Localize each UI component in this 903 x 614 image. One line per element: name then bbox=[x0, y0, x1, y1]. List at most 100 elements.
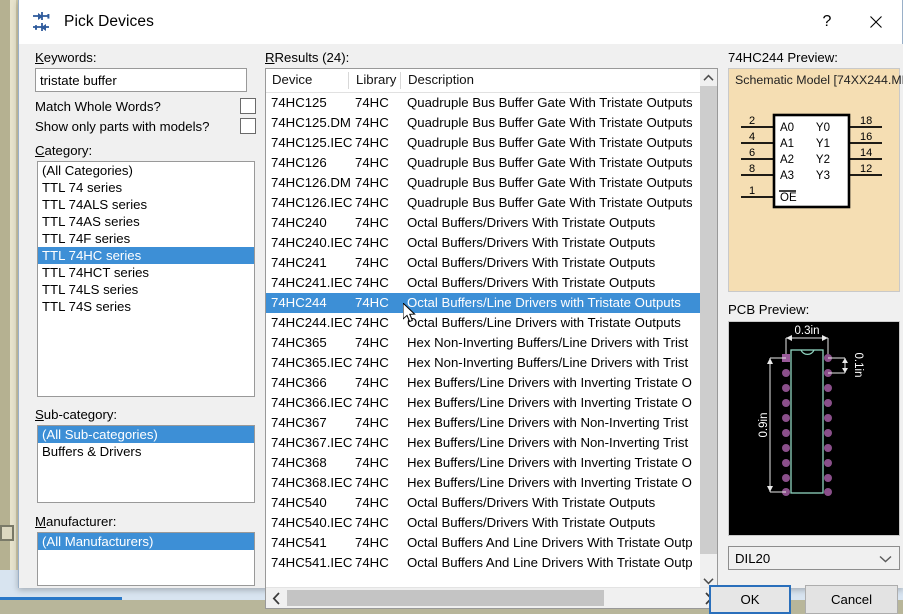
cell-library: 74HC bbox=[355, 453, 389, 473]
table-row[interactable]: 74HC36774HCHex Buffers/Line Drivers with… bbox=[266, 413, 700, 433]
results-header-row: Device Library Description bbox=[266, 69, 700, 93]
cell-description: Quadruple Bus Buffer Gate With Tristate … bbox=[407, 193, 693, 213]
table-row[interactable]: 74HC36674HCHex Buffers/Line Drivers with… bbox=[266, 373, 700, 393]
chevron-down-icon bbox=[879, 551, 892, 566]
table-row[interactable]: 74HC241.IEC74HCOctal Buffers/Drivers Wit… bbox=[266, 273, 700, 293]
scroll-up-button[interactable] bbox=[700, 69, 717, 86]
table-row[interactable]: 74HC244.IEC74HCOctal Buffers/Line Driver… bbox=[266, 313, 700, 333]
category-item[interactable]: TTL 74HCT series bbox=[38, 264, 254, 281]
cell-description: Octal Buffers/Drivers With Tristate Outp… bbox=[407, 513, 655, 533]
table-row[interactable]: 74HC126.DM74HCQuadruple Bus Buffer Gate … bbox=[266, 173, 700, 193]
package-value: DIL20 bbox=[735, 551, 770, 566]
table-row[interactable]: 74HC54074HCOctal Buffers/Drivers With Tr… bbox=[266, 493, 700, 513]
svg-text:8: 8 bbox=[749, 163, 755, 175]
cell-library: 74HC bbox=[355, 473, 389, 493]
cell-library: 74HC bbox=[355, 493, 389, 513]
category-item[interactable]: TTL 74F series bbox=[38, 230, 254, 247]
cell-library: 74HC bbox=[355, 313, 389, 333]
table-row[interactable]: 74HC36874HCHex Buffers/Line Drivers with… bbox=[266, 453, 700, 473]
table-row[interactable]: 74HC125.IEC74HCQuadruple Bus Buffer Gate… bbox=[266, 133, 700, 153]
table-row[interactable]: 74HC541.IEC74HCOctal Buffers And Line Dr… bbox=[266, 553, 700, 573]
subcategory-listbox[interactable]: (All Sub-categories)Buffers & Drivers bbox=[37, 425, 255, 503]
subcategory-item[interactable]: Buffers & Drivers bbox=[38, 443, 254, 460]
category-listbox[interactable]: (All Categories)TTL 74 seriesTTL 74ALS s… bbox=[37, 161, 255, 397]
match-whole-words-label: Match Whole Words? bbox=[35, 99, 161, 114]
manufacturer-item[interactable]: (All Manufacturers) bbox=[38, 533, 254, 550]
results-label: RResults (24): bbox=[265, 50, 349, 65]
table-row[interactable]: 74HC24174HCOctal Buffers/Drivers With Tr… bbox=[266, 253, 700, 273]
chevron-left-icon bbox=[272, 592, 281, 605]
show-only-models-checkbox[interactable] bbox=[240, 118, 256, 134]
category-item[interactable]: TTL 74ALS series bbox=[38, 196, 254, 213]
table-row[interactable]: 74HC24074HCOctal Buffers/Drivers With Tr… bbox=[266, 213, 700, 233]
keywords-value: tristate buffer bbox=[40, 73, 117, 88]
chevron-down-glyph bbox=[879, 555, 892, 563]
scroll-left-button[interactable] bbox=[268, 588, 285, 608]
category-item[interactable]: TTL 74AS series bbox=[38, 213, 254, 230]
cell-library: 74HC bbox=[355, 413, 389, 433]
schematic-preview-panel: Schematic Model [74XX244.MDF] A0 bbox=[728, 68, 900, 292]
cell-description: Hex Buffers/Line Drivers with Non-Invert… bbox=[407, 433, 688, 453]
results-rows: 74HC12574HCQuadruple Bus Buffer Gate Wit… bbox=[266, 93, 700, 589]
help-button[interactable]: ? bbox=[804, 0, 850, 44]
cell-description: Octal Buffers/Line Drivers with Tristate… bbox=[407, 293, 681, 313]
table-row[interactable]: 74HC24474HCOctal Buffers/Line Drivers wi… bbox=[266, 293, 700, 313]
table-row[interactable]: 74HC240.IEC74HCOctal Buffers/Drivers Wit… bbox=[266, 233, 700, 253]
svg-text:A2: A2 bbox=[780, 154, 794, 166]
cell-library: 74HC bbox=[355, 233, 389, 253]
subcategory-item[interactable]: (All Sub-categories) bbox=[38, 426, 254, 443]
category-item[interactable]: TTL 74LS series bbox=[38, 281, 254, 298]
cell-library: 74HC bbox=[355, 353, 389, 373]
category-item[interactable]: TTL 74 series bbox=[38, 179, 254, 196]
svg-text:A1: A1 bbox=[780, 138, 794, 150]
desktop-icon bbox=[0, 525, 14, 541]
table-row[interactable]: 74HC366.IEC74HCHex Buffers/Line Drivers … bbox=[266, 393, 700, 413]
table-row[interactable]: 74HC368.IEC74HCHex Buffers/Line Drivers … bbox=[266, 473, 700, 493]
cell-description: Hex Buffers/Line Drivers with Inverting … bbox=[407, 453, 692, 473]
cell-device: 74HC365 bbox=[271, 333, 327, 353]
results-label-text: Results (24): bbox=[275, 50, 350, 65]
package-select[interactable]: DIL20 bbox=[728, 546, 900, 570]
cell-device: 74HC541.IEC bbox=[271, 553, 352, 573]
table-row[interactable]: 74HC365.IEC74HCHex Non-Inverting Buffers… bbox=[266, 353, 700, 373]
table-row[interactable]: 74HC54174HCOctal Buffers And Line Driver… bbox=[266, 533, 700, 553]
svg-text:Y3: Y3 bbox=[816, 170, 830, 182]
cell-device: 74HC125.DM bbox=[271, 113, 351, 133]
column-divider-1 bbox=[348, 72, 349, 89]
cell-device: 74HC540 bbox=[271, 493, 327, 513]
results-list[interactable]: Device Library Description 74HC12574HCQu… bbox=[265, 68, 718, 609]
results-horizontal-scrollbar[interactable] bbox=[266, 587, 719, 608]
keywords-input[interactable]: tristate buffer bbox=[35, 68, 247, 92]
category-item[interactable]: (All Categories) bbox=[38, 162, 254, 179]
table-row[interactable]: 74HC36574HCHex Non-Inverting Buffers/Lin… bbox=[266, 333, 700, 353]
scroll-thumb-vertical[interactable] bbox=[700, 86, 717, 554]
column-header-device: Device bbox=[272, 72, 312, 87]
cell-device: 74HC241.IEC bbox=[271, 273, 352, 293]
scroll-thumb-horizontal[interactable] bbox=[287, 590, 604, 606]
title-bar[interactable]: Pick Devices ? bbox=[19, 0, 902, 44]
cell-library: 74HC bbox=[355, 213, 389, 233]
table-row[interactable]: 74HC367.IEC74HCHex Buffers/Line Drivers … bbox=[266, 433, 700, 453]
cell-library: 74HC bbox=[355, 253, 389, 273]
cell-library: 74HC bbox=[355, 393, 389, 413]
table-row[interactable]: 74HC12674HCQuadruple Bus Buffer Gate Wit… bbox=[266, 153, 700, 173]
table-row[interactable]: 74HC126.IEC74HCQuadruple Bus Buffer Gate… bbox=[266, 193, 700, 213]
cell-description: Octal Buffers/Line Drivers with Tristate… bbox=[407, 313, 681, 333]
match-whole-words-checkbox[interactable] bbox=[240, 98, 256, 114]
cell-description: Octal Buffers And Line Drivers With Tris… bbox=[407, 533, 693, 553]
table-row[interactable]: 74HC12574HCQuadruple Bus Buffer Gate Wit… bbox=[266, 93, 700, 113]
table-row[interactable]: 74HC540.IEC74HCOctal Buffers/Drivers Wit… bbox=[266, 513, 700, 533]
cell-library: 74HC bbox=[355, 273, 389, 293]
cell-device: 74HC365.IEC bbox=[271, 353, 352, 373]
results-vertical-scrollbar[interactable] bbox=[700, 69, 717, 589]
table-row[interactable]: 74HC125.DM74HCQuadruple Bus Buffer Gate … bbox=[266, 113, 700, 133]
svg-text:2: 2 bbox=[749, 115, 755, 127]
svg-text:4: 4 bbox=[749, 131, 755, 143]
close-button[interactable] bbox=[850, 0, 902, 44]
cell-description: Octal Buffers/Drivers With Tristate Outp… bbox=[407, 213, 655, 233]
category-item[interactable]: TTL 74HC series bbox=[38, 247, 254, 264]
svg-text:0.1in: 0.1in bbox=[852, 353, 864, 378]
cell-device: 74HC240.IEC bbox=[271, 233, 352, 253]
category-item[interactable]: TTL 74S series bbox=[38, 298, 254, 315]
manufacturer-listbox[interactable]: (All Manufacturers) bbox=[37, 532, 255, 586]
